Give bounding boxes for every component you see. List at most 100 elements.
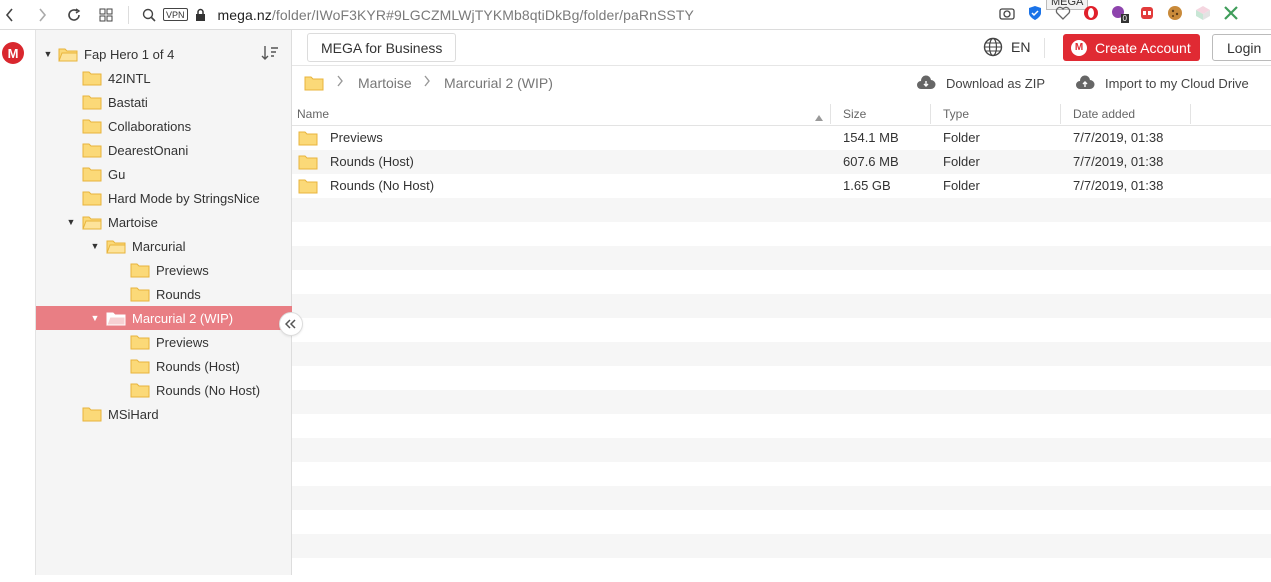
column-header-name[interactable]: Name [297,107,329,121]
tree-item-label: Fap Hero 1 of 4 [84,46,175,62]
opera-icon[interactable] [1081,3,1101,23]
tree-item-marcurial-previews[interactable]: Previews [36,258,292,282]
heart-icon[interactable] [1053,3,1073,23]
cell-type: Folder [943,154,980,169]
breadcrumb-item-current[interactable]: Marcurial 2 (WIP) [444,75,553,91]
upload-cloud-icon [1076,75,1095,89]
cell-date: 7/7/2019, 01:38 [1073,178,1164,193]
back-icon[interactable] [0,7,20,22]
collapse-sidebar-button[interactable] [279,312,303,336]
tree-item-root[interactable]: ▼ Fap Hero 1 of 4 [36,42,292,66]
table-row[interactable]: Rounds (No Host) 1.65 GB Folder 7/7/2019… [292,174,1271,198]
folder-icon [82,407,102,422]
tree-item-label: Previews [156,262,209,278]
expand-arrow-icon[interactable]: ▼ [89,240,101,252]
folder-icon [82,143,102,158]
tree-item-marcurial-rounds[interactable]: Rounds [36,282,292,306]
file-table-body: Previews 154.1 MB Folder 7/7/2019, 01:38… [292,126,1271,575]
tree-item-label: Rounds [156,286,201,302]
tree-item-gu[interactable]: Gu [36,162,292,186]
shield-check-icon[interactable] [1025,3,1045,23]
tabs-grid-icon[interactable] [96,8,116,22]
tree-item-msihard[interactable]: MSiHard [36,402,292,426]
breadcrumb-item[interactable]: Martoise [358,75,412,91]
column-divider[interactable] [930,104,931,124]
tools-icon[interactable] [1221,3,1241,23]
app-left-strip: M [0,30,36,575]
tree-item-martoise[interactable]: ▼ Martoise [36,210,292,234]
cell-type: Folder [943,130,980,145]
search-icon[interactable] [139,8,159,22]
tree-item-label: Previews [156,334,209,350]
mega-logo[interactable]: M [2,42,24,64]
row-stripe [292,270,1271,294]
mega-for-business-button[interactable]: MEGA for Business [307,33,457,62]
cell-size: 607.6 MB [843,154,899,169]
tree-item-hard-mode[interactable]: Hard Mode by StringsNice [36,186,292,210]
tree-item-label: Rounds (Host) [156,358,240,374]
extension-badge-icon[interactable]: 0 [1109,3,1129,23]
row-stripe [292,390,1271,414]
url-host: mega.nz [217,6,272,23]
cell-type: Folder [943,178,980,193]
tree-item-label: Martoise [108,214,158,230]
download-zip-label: Download as ZIP [946,75,1045,91]
create-account-button[interactable]: M Create Account [1063,34,1200,61]
row-stripe [292,462,1271,486]
column-divider[interactable] [1060,104,1061,124]
forward-icon[interactable] [32,7,52,22]
tree-item-label: Bastati [108,94,148,110]
tree-item-label: Marcurial [132,238,186,254]
sort-icon[interactable] [261,44,279,62]
tree-item-collaborations[interactable]: Collaborations [36,114,292,138]
tree-item-wip-rounds-host[interactable]: Rounds (Host) [36,354,292,378]
row-stripe [292,198,1271,222]
column-divider[interactable] [1190,104,1191,124]
tree-item-dearestonani[interactable]: DearestOnani [36,138,292,162]
vpn-badge[interactable]: VPN [163,8,188,21]
row-stripe [292,558,1271,582]
expand-arrow-icon[interactable]: ▼ [42,48,54,60]
column-header-size[interactable]: Size [843,107,866,121]
lock-icon[interactable] [194,8,208,21]
tree-item-label: MSiHard [108,406,159,422]
cookie-icon[interactable] [1165,3,1185,23]
tree-item-wip-rounds-no-host[interactable]: Rounds (No Host) [36,378,292,402]
table-row[interactable]: Previews 154.1 MB Folder 7/7/2019, 01:38 [292,126,1271,150]
folder-icon [82,167,102,182]
folder-open-icon [106,312,126,326]
folder-icon[interactable] [304,75,324,91]
address-bar[interactable]: mega.nz/folder/IWoF3KYR#9LGCZMLWjTYKMb8q… [218,7,694,23]
login-button[interactable]: Login [1212,34,1271,61]
folder-icon [82,119,102,134]
folder-icon [130,383,150,398]
expand-arrow-icon[interactable]: ▼ [65,216,77,228]
tree-item-bastati[interactable]: Bastati [36,90,292,114]
sort-ascending-icon[interactable] [815,110,823,124]
import-cloud-drive-button[interactable]: Import to my Cloud Drive [1075,75,1249,91]
tree-item-42intl[interactable]: 42INTL [36,66,292,90]
column-header-type[interactable]: Type [943,107,969,121]
tree-item-wip-previews[interactable]: Previews [36,330,292,354]
tree-item-label: DearestOnani [108,142,189,158]
camera-icon[interactable] [997,3,1017,23]
reload-icon[interactable] [64,7,84,22]
column-header-date[interactable]: Date added [1073,107,1135,121]
column-divider[interactable] [830,104,831,124]
tree-item-marcurial[interactable]: ▼ Marcurial [36,234,292,258]
row-stripe [292,294,1271,318]
cube-icon[interactable] [1193,3,1213,23]
tree-item-marcurial-2-wip[interactable]: ▼ Marcurial 2 (WIP) [36,306,292,330]
folder-icon [130,263,150,278]
row-stripe [292,414,1271,438]
row-stripe [292,342,1271,366]
expand-arrow-icon[interactable]: ▼ [89,312,101,324]
language-selector[interactable]: EN [983,37,1030,57]
game-icon[interactable] [1137,3,1157,23]
table-row[interactable]: Rounds (Host) 607.6 MB Folder 7/7/2019, … [292,150,1271,174]
download-zip-button[interactable]: Download as ZIP [916,75,1045,91]
cell-name: Previews [330,130,383,145]
folder-open-icon [106,240,126,254]
language-label: EN [1011,39,1031,55]
folder-icon [130,359,150,374]
